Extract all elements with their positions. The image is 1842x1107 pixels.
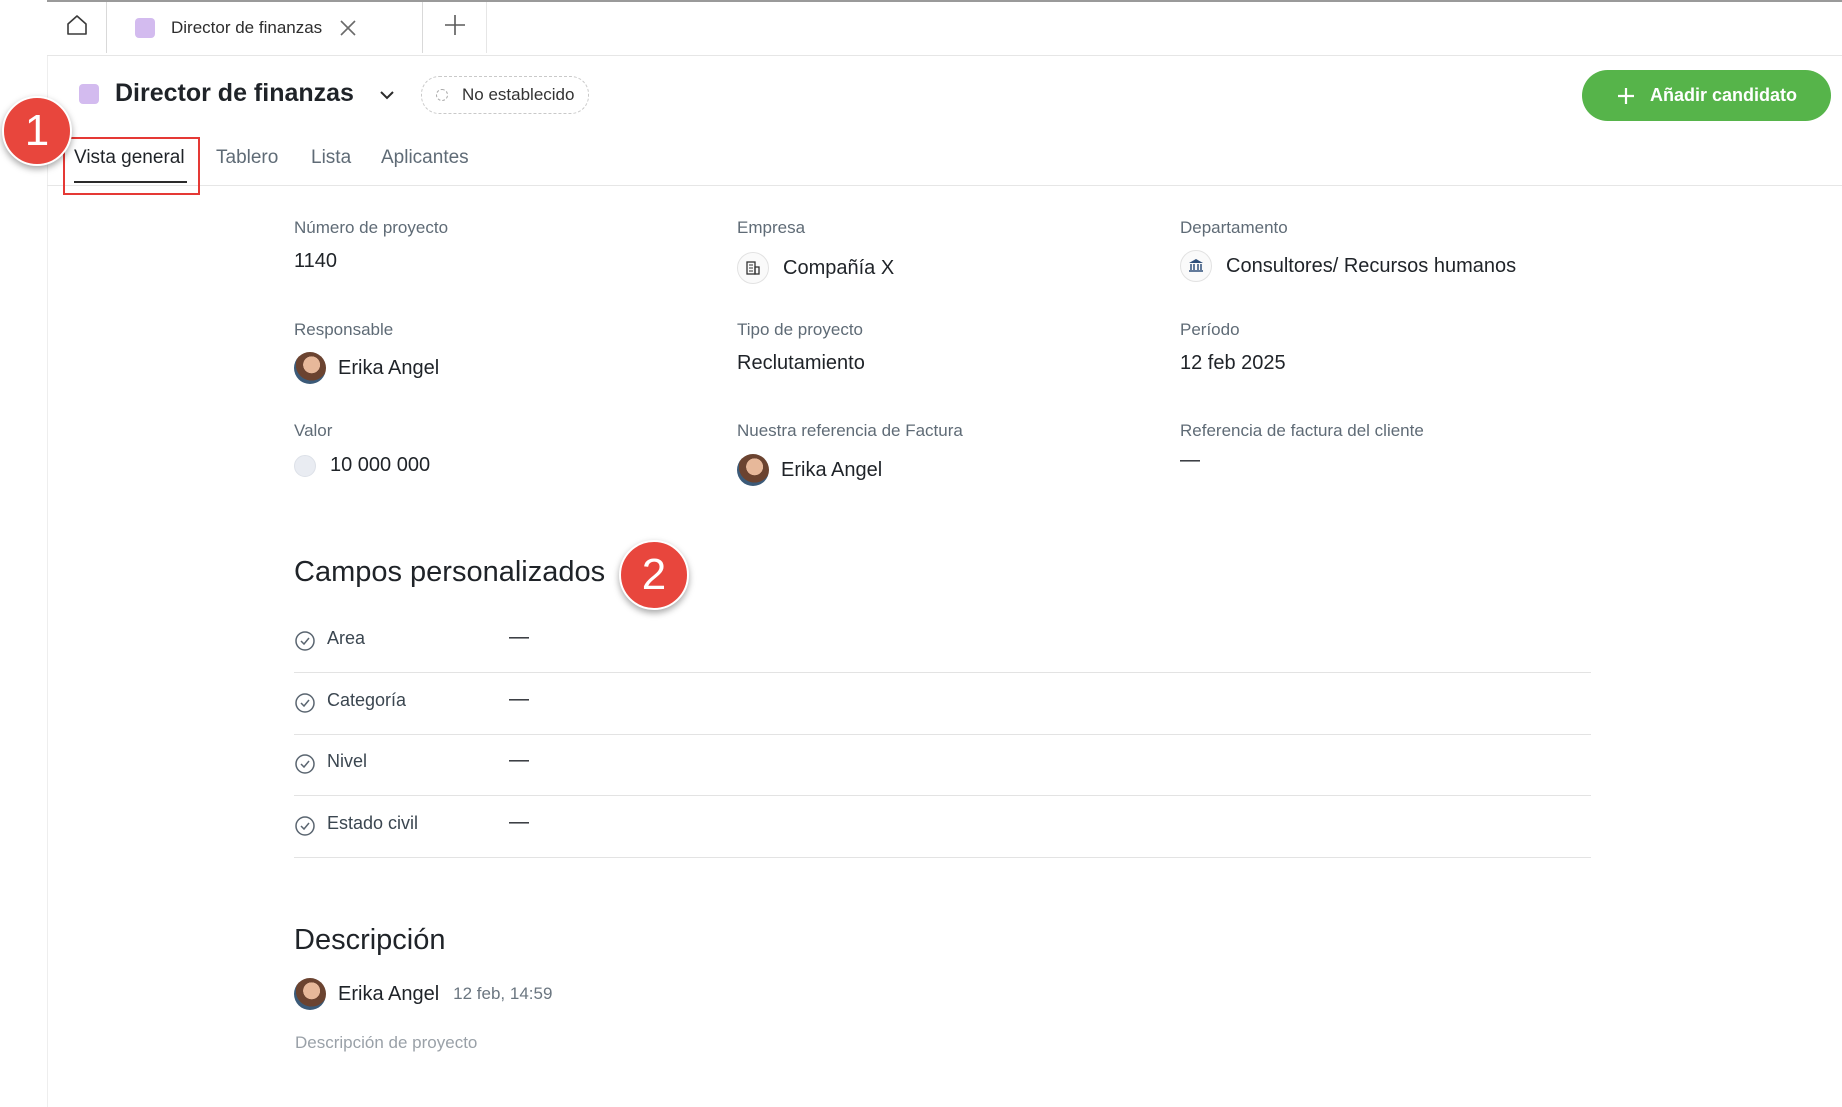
check-circle-icon bbox=[294, 753, 316, 780]
owner-label: Responsable bbox=[294, 320, 394, 339]
status-dot-icon bbox=[436, 89, 448, 101]
department-label: Departamento bbox=[1180, 218, 1288, 237]
our-invoice-ref-value[interactable]: Erika Angel bbox=[737, 454, 882, 486]
avatar bbox=[294, 978, 326, 1010]
project-color-swatch bbox=[79, 84, 99, 104]
project-number-label: Número de proyecto bbox=[294, 218, 449, 237]
custom-field-value: — bbox=[509, 749, 529, 771]
description-input[interactable]: Descripción de proyecto bbox=[295, 1033, 477, 1053]
project-number-value: 1140 bbox=[294, 250, 338, 272]
home-button[interactable] bbox=[47, 2, 107, 53]
client-invoice-ref-value: — bbox=[1180, 449, 1200, 471]
our-invoice-ref-name: Erika Angel bbox=[781, 458, 883, 481]
client-invoice-ref-label: Referencia de factura del cliente bbox=[1180, 421, 1424, 440]
tab-list[interactable]: Lista bbox=[311, 147, 351, 169]
value-number: 10 000 000 bbox=[330, 454, 431, 476]
callout-badge-2: 2 bbox=[619, 540, 689, 610]
department-name: Consultores/ Recursos humanos bbox=[1226, 254, 1517, 277]
building-icon bbox=[737, 252, 769, 284]
owner-name: Erika Angel bbox=[338, 356, 440, 379]
custom-field-label: Categoría bbox=[327, 690, 407, 710]
plus-icon bbox=[443, 13, 467, 42]
plus-icon bbox=[1616, 86, 1636, 106]
custom-field-row[interactable]: Categoría — bbox=[294, 674, 1591, 735]
tab-applicants[interactable]: Aplicantes bbox=[381, 147, 469, 169]
left-strip bbox=[0, 0, 48, 1107]
description-timestamp: 12 feb, 14:59 bbox=[453, 984, 553, 1003]
tab-project[interactable]: Director de finanzas bbox=[107, 2, 423, 53]
description-author: Erika Angel bbox=[338, 982, 440, 1005]
chevron-down-icon[interactable] bbox=[378, 86, 396, 109]
tab-board[interactable]: Tablero bbox=[216, 147, 278, 169]
company-label: Empresa bbox=[737, 218, 806, 237]
custom-field-row[interactable]: Area — bbox=[294, 612, 1591, 673]
department-value[interactable]: Consultores/ Recursos humanos bbox=[1180, 250, 1516, 282]
status-dropdown[interactable]: No establecido bbox=[421, 76, 590, 114]
bank-logo-icon bbox=[1180, 250, 1212, 282]
custom-fields-title: Campos personalizados bbox=[294, 556, 606, 588]
custom-field-value: — bbox=[509, 688, 529, 710]
check-circle-icon bbox=[294, 815, 316, 842]
add-candidate-label: Añadir candidato bbox=[1649, 85, 1797, 105]
period-label: Período bbox=[1180, 320, 1240, 339]
company-value[interactable]: Compañía X bbox=[737, 252, 894, 284]
description-author-row: Erika Angel 12 feb, 14:59 bbox=[294, 978, 552, 1010]
sub-tab-bar: Vista general Tablero Lista Aplicantes bbox=[47, 145, 1842, 186]
avatar bbox=[294, 352, 326, 384]
currency-icon bbox=[294, 454, 316, 477]
close-icon[interactable] bbox=[338, 18, 358, 38]
custom-field-row[interactable]: Estado civil — bbox=[294, 797, 1591, 858]
value-label: Valor bbox=[294, 421, 333, 440]
description-title: Descripción bbox=[294, 924, 446, 956]
our-invoice-ref-label: Nuestra referencia de Factura bbox=[737, 421, 963, 440]
custom-field-label: Estado civil bbox=[327, 813, 419, 833]
tab-label: Director de finanzas bbox=[171, 17, 323, 37]
status-label: No establecido bbox=[462, 85, 575, 104]
home-icon bbox=[65, 13, 89, 42]
company-name: Compañía X bbox=[783, 256, 895, 279]
avatar bbox=[737, 454, 769, 486]
custom-field-label: Area bbox=[327, 628, 366, 648]
new-tab-button[interactable] bbox=[423, 2, 487, 53]
add-candidate-button[interactable]: Añadir candidato bbox=[1582, 70, 1831, 121]
tab-bar: Director de finanzas bbox=[47, 0, 1842, 56]
custom-field-label: Nivel bbox=[327, 751, 368, 771]
owner-value[interactable]: Erika Angel bbox=[294, 352, 439, 384]
project-type-label: Tipo de proyecto bbox=[737, 320, 863, 339]
period-value: 12 feb 2025 bbox=[1180, 352, 1286, 374]
project-color-swatch bbox=[135, 17, 155, 38]
check-circle-icon bbox=[294, 692, 316, 719]
project-type-value: Reclutamiento bbox=[737, 352, 865, 374]
highlight-box bbox=[63, 137, 200, 195]
custom-field-value: — bbox=[509, 811, 529, 833]
custom-field-value: — bbox=[509, 626, 529, 648]
callout-badge-1: 1 bbox=[2, 96, 72, 166]
page-title: Director de finanzas bbox=[115, 79, 354, 107]
value-amount: 10 000 000 bbox=[294, 454, 430, 477]
check-circle-icon bbox=[294, 630, 316, 657]
custom-field-row[interactable]: Nivel — bbox=[294, 735, 1591, 796]
